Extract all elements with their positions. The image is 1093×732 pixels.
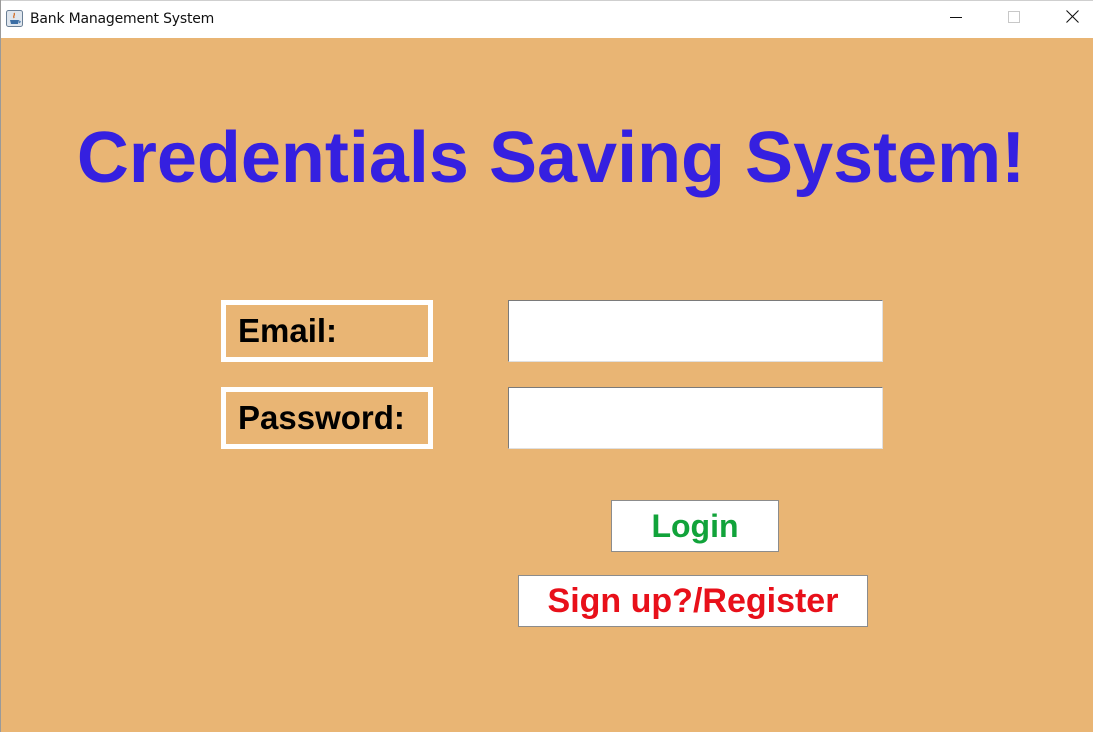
app-window: Bank Management System Credentials Savin… <box>0 0 1093 732</box>
page-title: Credentials Saving System! <box>76 118 1026 198</box>
email-label-text: Email: <box>238 312 338 349</box>
password-label-text: Password: <box>238 399 405 436</box>
register-button-label: Sign up?/Register <box>547 581 839 620</box>
maximize-icon <box>1008 10 1020 28</box>
login-panel: Credentials Saving System! Email: Passwo… <box>1 38 1093 732</box>
minimize-icon <box>950 10 962 28</box>
password-label: Password: <box>221 387 433 449</box>
password-field[interactable] <box>508 387 883 449</box>
login-button-label: Login <box>651 507 739 544</box>
java-app-icon <box>6 10 23 27</box>
email-field[interactable] <box>508 300 883 362</box>
login-button[interactable]: Login <box>611 500 779 552</box>
maximize-button[interactable] <box>985 1 1043 37</box>
email-label: Email: <box>221 300 433 362</box>
title-bar[interactable]: Bank Management System <box>1 0 1093 38</box>
close-icon <box>1065 10 1079 28</box>
register-button[interactable]: Sign up?/Register <box>518 575 868 627</box>
close-button[interactable] <box>1043 1 1093 37</box>
minimize-button[interactable] <box>927 1 985 37</box>
window-title: Bank Management System <box>30 11 215 27</box>
